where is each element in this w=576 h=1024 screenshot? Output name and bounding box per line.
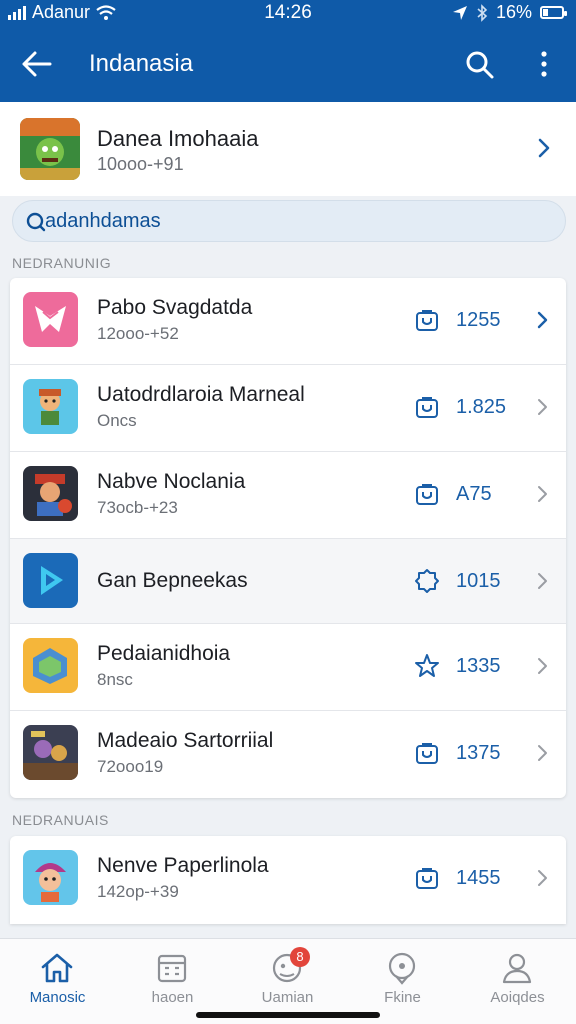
item-count: 1.825 [456, 396, 507, 418]
list-item[interactable]: Madeaio Sartorriial 72ooo19 1375 [10, 711, 566, 797]
nav-label: Uamian [261, 989, 314, 1006]
game-icon [23, 379, 78, 434]
search-icon [26, 212, 46, 232]
app-bar: Adanur 14:26 16% Indanasia [0, 0, 576, 102]
notification-badge: 8 [290, 947, 310, 967]
section-header: NEDRANUNIG [12, 255, 112, 271]
item-subtitle: Oncs [97, 411, 137, 430]
page-title: Indanasia [89, 50, 194, 77]
game-icon [23, 638, 78, 693]
chevron-right-icon [538, 399, 547, 415]
item-count: 1335 [456, 655, 501, 677]
item-subtitle: 12ooo-+52 [97, 324, 179, 343]
battery-percent: 16% [495, 2, 532, 22]
search-input[interactable] [45, 205, 545, 237]
bag-icon [416, 484, 438, 505]
item-subtitle: 72ooo19 [97, 757, 164, 776]
nav-label: Manosic [29, 989, 86, 1006]
list-item[interactable]: Pedaianidhoia 8nsc 1335 [10, 624, 566, 710]
location-arrow-icon [452, 5, 467, 20]
item-name: Nabve Noclania [97, 470, 246, 493]
search-bar[interactable] [12, 200, 566, 242]
list-item[interactable]: Nabve Noclania 73ocb-+23 A75 [10, 452, 566, 538]
item-count: 1455 [456, 867, 501, 889]
section-header: NEDRANUAIS [12, 812, 109, 828]
more-vertical-icon[interactable] [530, 44, 558, 84]
item-count: 1015 [456, 570, 501, 592]
bag-icon [416, 310, 438, 331]
nav-item-profile[interactable]: Aoiqdes [460, 939, 575, 1024]
item-subtitle: 73ocb-+23 [97, 498, 178, 517]
item-count: A75 [456, 483, 492, 505]
featured-name: Danea Imohaaia [97, 126, 259, 151]
chevron-right-icon [538, 745, 547, 761]
home-icon [41, 953, 73, 983]
star-icon [415, 654, 439, 677]
chevron-right-icon [538, 870, 547, 886]
item-name: Uatodrdlaroia Marneal [97, 383, 305, 406]
item-count: 1375 [456, 742, 501, 764]
item-name: Gan Bepneekas [97, 569, 248, 592]
item-subtitle: 8nsc [97, 670, 133, 689]
status-bar: Adanur 14:26 16% [0, 0, 576, 26]
game-icon [23, 466, 78, 521]
nav-label: Fkine [384, 989, 421, 1006]
chevron-right-icon [538, 486, 547, 502]
person-icon [502, 953, 532, 984]
nav-item-home[interactable]: Manosic [0, 939, 115, 1024]
featured-subtitle: 10ooo-+91 [97, 154, 184, 174]
calendar-icon [157, 954, 187, 983]
featured-item[interactable]: Danea Imohaaia 10ooo-+91 [0, 102, 576, 196]
game-list: Nenve Paperlinola 142op-+39 1455 [10, 836, 566, 924]
nav-label: haoen [151, 989, 194, 1006]
item-name: Pedaianidhoia [97, 642, 231, 665]
game-list: Pabo Svagdatda 12ooo-+52 1255 Uatodrdlar… [10, 278, 566, 798]
item-name: Pabo Svagdatda [97, 296, 253, 319]
list-item[interactable]: Nenve Paperlinola 142op-+39 1455 [10, 836, 566, 924]
featured-game-icon [20, 118, 80, 180]
chevron-right-icon [538, 573, 547, 589]
chevron-right-icon [538, 138, 550, 158]
game-icon [23, 850, 78, 905]
chevron-right-icon [537, 311, 548, 329]
bag-icon [416, 397, 438, 418]
game-icon [23, 553, 78, 608]
location-icon [388, 952, 416, 985]
list-item[interactable]: Uatodrdlaroia Marneal Oncs 1.825 [10, 365, 566, 451]
chevron-right-icon [538, 658, 547, 674]
badge-icon [415, 569, 439, 593]
item-count: 1255 [456, 309, 501, 331]
list-item[interactable]: Gan Bepneekas 1015 [10, 539, 566, 623]
game-icon [23, 725, 78, 780]
home-indicator[interactable] [196, 1012, 380, 1018]
bag-icon [416, 743, 438, 764]
list-item[interactable]: Pabo Svagdatda 12ooo-+52 1255 [10, 278, 566, 364]
item-name: Nenve Paperlinola [97, 854, 269, 877]
game-icon [23, 292, 78, 347]
back-arrow-icon[interactable] [16, 44, 56, 84]
item-subtitle: 142op-+39 [97, 882, 179, 901]
bag-icon [416, 868, 438, 889]
nav-label: Aoiqdes [490, 989, 545, 1006]
search-icon[interactable] [462, 44, 498, 84]
bluetooth-icon [477, 3, 488, 22]
item-name: Madeaio Sartorriial [97, 729, 274, 752]
battery-icon [540, 6, 567, 19]
